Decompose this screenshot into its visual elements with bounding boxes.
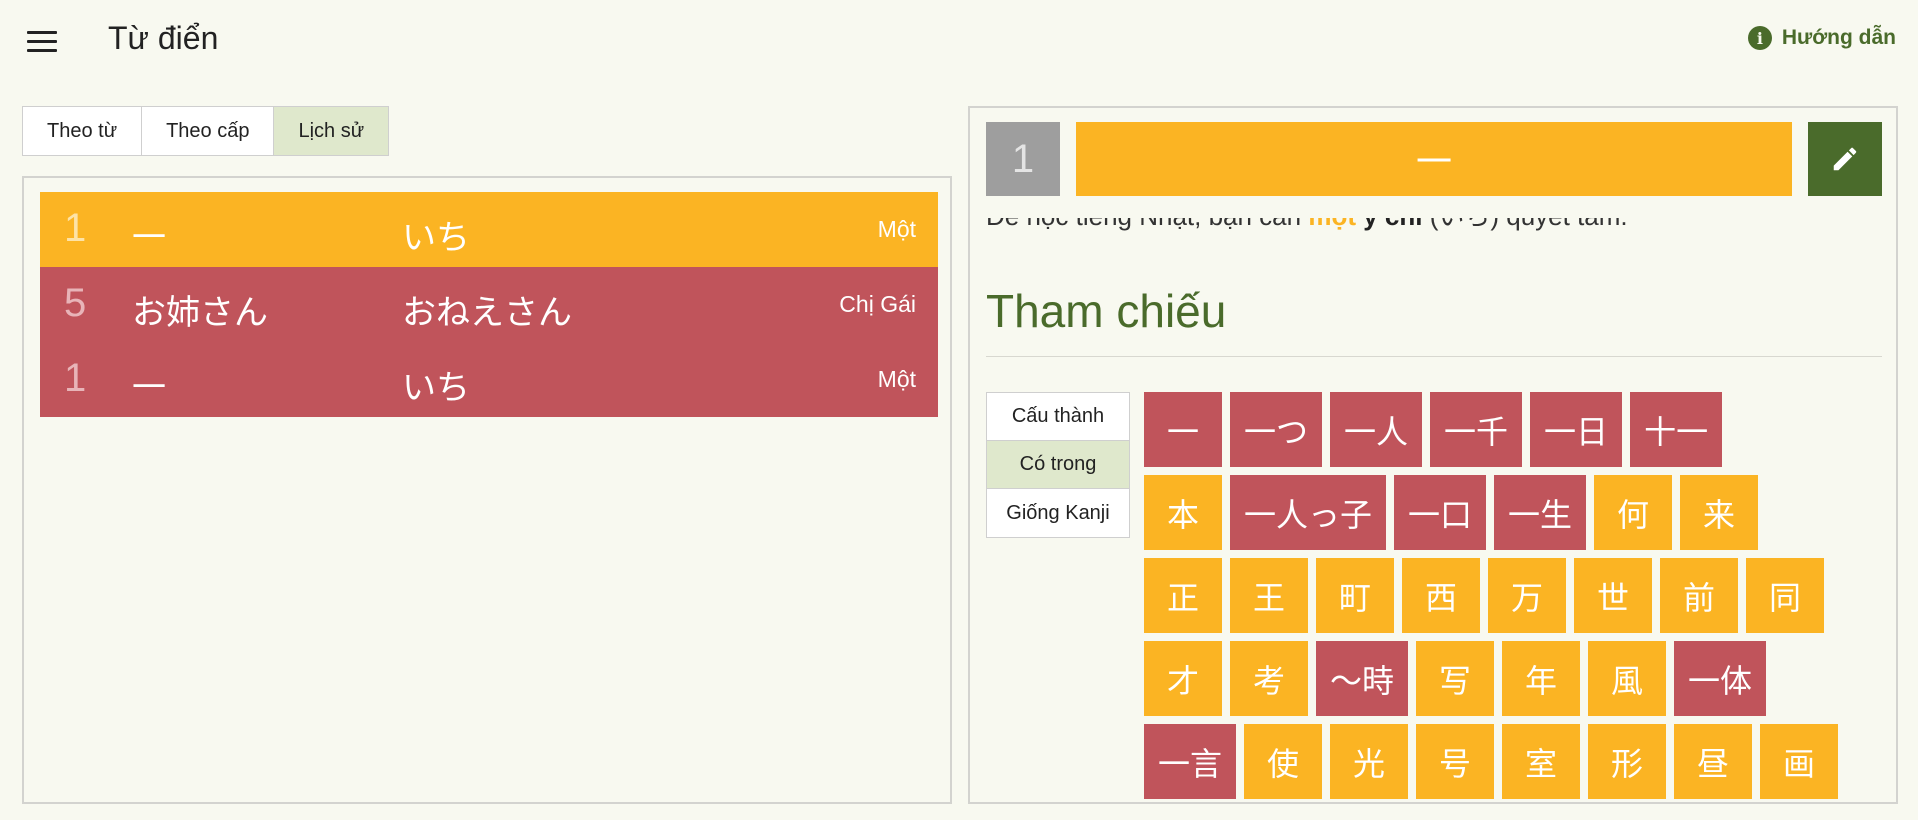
reference-chip[interactable]: 前 bbox=[1660, 558, 1738, 633]
reference-chip[interactable]: 正 bbox=[1144, 558, 1222, 633]
reference-chip[interactable]: 写 bbox=[1416, 641, 1495, 716]
top-bar: Từ điển i Hướng dẫn bbox=[0, 0, 1918, 84]
reference-chip[interactable]: 才 bbox=[1144, 641, 1222, 716]
history-level: 1 bbox=[64, 206, 87, 250]
tab-by-level[interactable]: Theo cấp bbox=[142, 107, 275, 155]
chip-row: 一言使光号室形昼画 bbox=[1144, 724, 1884, 799]
chip-row: 本一人っ子 一口 一生何来 bbox=[1144, 475, 1884, 550]
chip-row: 一一つ 一人 一千 一日 十一 bbox=[1144, 392, 1884, 467]
detail-header: 1 一 bbox=[970, 108, 1896, 218]
ref-tab-similar-kanji[interactable]: Giống Kanji bbox=[987, 489, 1129, 537]
history-meaning: Một bbox=[877, 366, 916, 392]
reference-chip[interactable]: 何 bbox=[1594, 475, 1673, 550]
reference-chip[interactable]: 一口 bbox=[1394, 475, 1487, 550]
help-label: Hướng dẫn bbox=[1781, 26, 1896, 49]
reference-chip[interactable]: 一人っ子 bbox=[1230, 475, 1387, 550]
reference-chip[interactable]: 同 bbox=[1746, 558, 1824, 633]
reference-chip[interactable]: 〜時 bbox=[1316, 641, 1409, 716]
reference-chip[interactable]: 号 bbox=[1416, 724, 1495, 799]
ref-tab-contained-in[interactable]: Có trong bbox=[987, 441, 1129, 489]
history-row[interactable]: 5 お姉さん おねえさん Chị Gái bbox=[40, 267, 938, 342]
reference-chip[interactable]: 一体 bbox=[1674, 641, 1767, 716]
reference-chip[interactable]: 世 bbox=[1574, 558, 1652, 633]
history-meaning: Chị Gái bbox=[839, 291, 916, 317]
pencil-icon bbox=[1833, 147, 1857, 171]
hamburger-menu-icon[interactable] bbox=[22, 28, 62, 58]
history-panel: 1 一 いち Một 5 お姉さん おねえさん Chị Gái 1 一 いち M… bbox=[22, 176, 952, 804]
history-level: 1 bbox=[64, 356, 87, 400]
reference-chip[interactable]: 西 bbox=[1402, 558, 1480, 633]
reference-chip[interactable]: 一人 bbox=[1330, 392, 1423, 467]
history-reading: いち bbox=[402, 368, 470, 408]
info-icon: i bbox=[1747, 26, 1772, 50]
reference-chip[interactable]: 考 bbox=[1230, 641, 1308, 716]
reference-chip[interactable]: 使 bbox=[1244, 724, 1323, 799]
tab-history[interactable]: Lịch sử bbox=[274, 107, 389, 155]
reference-chip[interactable]: 年 bbox=[1502, 641, 1581, 716]
section-divider bbox=[986, 356, 1882, 357]
reference-chip[interactable]: 室 bbox=[1502, 724, 1581, 799]
history-row[interactable]: 1 一 いち Một bbox=[40, 192, 938, 267]
history-reading: おねえさん bbox=[402, 293, 572, 333]
reference-chip[interactable]: 一言 bbox=[1144, 724, 1237, 799]
reference-chip[interactable]: 形 bbox=[1588, 724, 1667, 799]
history-word: お姉さん bbox=[132, 293, 268, 333]
section-title: Tham chiếu bbox=[986, 285, 1227, 337]
history-reading: いち bbox=[402, 218, 470, 258]
history-meaning: Một bbox=[877, 216, 916, 242]
reference-chip[interactable]: 一千 bbox=[1430, 392, 1523, 467]
dictionary-tabs: Theo từ Theo cấp Lịch sử bbox=[22, 106, 390, 156]
history-row[interactable]: 1 一 いち Một bbox=[40, 342, 938, 417]
help-link[interactable]: i Hướng dẫn bbox=[1747, 26, 1896, 50]
reference-chip[interactable]: 一 bbox=[1144, 392, 1222, 467]
reference-chip[interactable]: 十一 bbox=[1630, 392, 1723, 467]
edit-button[interactable] bbox=[1808, 122, 1882, 196]
history-list: 1 一 いち Một 5 お姉さん おねえさん Chị Gái 1 一 いち M… bbox=[40, 192, 938, 417]
reference-chip[interactable]: 画 bbox=[1760, 724, 1839, 799]
reference-tabs: Cấu thành Có trong Giống Kanji bbox=[986, 392, 1130, 538]
reference-chip[interactable]: 一日 bbox=[1530, 392, 1623, 467]
reference-chip[interactable]: 光 bbox=[1330, 724, 1409, 799]
history-word: 一 bbox=[132, 218, 166, 258]
ref-tab-components[interactable]: Cấu thành bbox=[987, 393, 1129, 441]
reference-chip[interactable]: 王 bbox=[1230, 558, 1308, 633]
reference-chip[interactable]: 昼 bbox=[1674, 724, 1753, 799]
kanji-level-badge: 1 bbox=[986, 122, 1060, 196]
reference-chip[interactable]: 町 bbox=[1316, 558, 1394, 633]
chip-row: 才考〜時写年風一体 bbox=[1144, 641, 1884, 716]
reference-chip[interactable]: 来 bbox=[1680, 475, 1759, 550]
history-word: 一 bbox=[132, 368, 166, 408]
reference-chip[interactable]: 一つ bbox=[1230, 392, 1323, 467]
reference-chips: 一一つ 一人 一千 一日 十一本一人っ子 一口 一生何来正王町西万世前同才考〜時写年風一体一… bbox=[1144, 392, 1884, 799]
reference-chip[interactable]: 一生 bbox=[1494, 475, 1587, 550]
reference-chip[interactable]: 万 bbox=[1488, 558, 1566, 633]
detail-panel: Để học tiếng Nhật, bạn cần một ý chí (いち… bbox=[968, 106, 1898, 804]
chip-row: 正王町西万世前同 bbox=[1144, 558, 1884, 633]
reference-chip[interactable]: 風 bbox=[1588, 641, 1667, 716]
history-level: 5 bbox=[64, 281, 87, 325]
tab-by-word[interactable]: Theo từ bbox=[23, 107, 143, 155]
reference-chip[interactable]: 本 bbox=[1144, 475, 1222, 550]
page-title: Từ điển bbox=[108, 20, 219, 56]
kanji-display: 一 bbox=[1076, 122, 1792, 196]
